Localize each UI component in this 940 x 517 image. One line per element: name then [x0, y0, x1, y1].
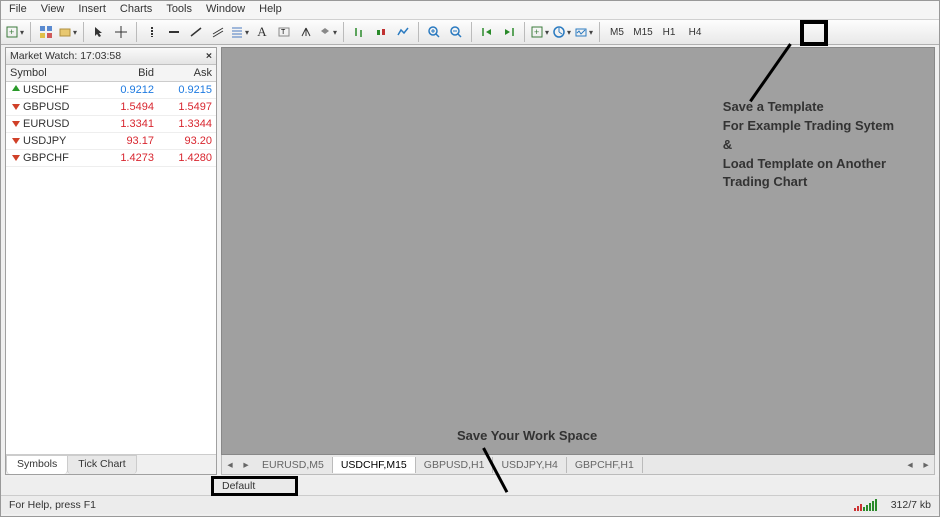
bar-chart-icon[interactable]	[349, 22, 369, 42]
line-chart-icon[interactable]	[393, 22, 413, 42]
zoom-out-icon[interactable]	[446, 22, 466, 42]
market-watch-title: Market Watch: 17:03:58	[10, 50, 121, 62]
table-row[interactable]: USDCHF0.92120.9215	[6, 82, 216, 99]
text-label[interactable]: A	[252, 22, 272, 42]
tf-h1[interactable]: H1	[657, 22, 681, 42]
toolbar: + A T + M5 M15 H1 H4	[1, 19, 939, 45]
table-row[interactable]: GBPUSD1.54941.5497	[6, 99, 216, 116]
svg-text:+: +	[9, 27, 14, 37]
arrange-button[interactable]	[36, 22, 56, 42]
chart-tab-4[interactable]: GBPCHF,H1	[567, 457, 643, 473]
chart-tab-3[interactable]: USDJPY,H4	[493, 457, 566, 473]
menu-tools[interactable]: Tools	[166, 3, 192, 15]
svg-text:T: T	[281, 29, 286, 36]
chart-tab-1[interactable]: USDCHF,M15	[333, 457, 416, 473]
channel[interactable]	[208, 22, 228, 42]
col-bid[interactable]: Bid	[100, 65, 158, 82]
text-object[interactable]: T	[274, 22, 294, 42]
andrews-pitchfork[interactable]	[296, 22, 316, 42]
direction-icon	[10, 152, 20, 162]
new-chart-button[interactable]: +	[5, 22, 25, 42]
tab-symbols[interactable]: Symbols	[6, 455, 68, 474]
market-watch-panel: Market Watch: 17:03:58 × Symbol Bid Ask …	[5, 47, 217, 475]
direction-icon	[10, 135, 20, 145]
auto-scroll-icon[interactable]	[477, 22, 497, 42]
workspace-tab-default[interactable]: Default	[211, 476, 298, 496]
cursor-arrow[interactable]	[89, 22, 109, 42]
close-icon[interactable]: ×	[206, 50, 212, 62]
annotation-highlight-box	[800, 20, 828, 46]
tab-prev-icon[interactable]: ◂	[222, 459, 238, 471]
shapes[interactable]	[318, 22, 338, 42]
candle-chart-icon[interactable]	[371, 22, 391, 42]
menu-view[interactable]: View	[41, 3, 65, 15]
scroll-right-icon[interactable]: ▸	[918, 459, 934, 471]
periodicity-button[interactable]	[552, 22, 572, 42]
status-bar: For Help, press F1 312/7 kb	[1, 495, 939, 514]
menu-bar: File View Insert Charts Tools Window Hel…	[1, 1, 939, 19]
status-help: For Help, press F1	[9, 499, 96, 511]
menu-file[interactable]: File	[9, 3, 27, 15]
crosshair[interactable]	[111, 22, 131, 42]
tab-tick-chart[interactable]: Tick Chart	[67, 455, 136, 474]
tf-h4[interactable]: H4	[683, 22, 707, 42]
direction-icon	[10, 118, 20, 128]
menu-insert[interactable]: Insert	[78, 3, 106, 15]
scroll-left-icon[interactable]: ◂	[902, 459, 918, 471]
tf-m15[interactable]: M15	[631, 22, 655, 42]
vertical-line[interactable]	[142, 22, 162, 42]
connection-bars-icon	[854, 499, 877, 511]
menu-charts[interactable]: Charts	[120, 3, 152, 15]
col-symbol[interactable]: Symbol	[6, 65, 100, 82]
tf-m5[interactable]: M5	[605, 22, 629, 42]
chart-canvas[interactable]: Save a Template For Example Trading Syte…	[221, 47, 935, 455]
indicators-button[interactable]: +	[530, 22, 550, 42]
chart-tab-2[interactable]: GBPUSD,H1	[416, 457, 494, 473]
direction-icon	[10, 101, 20, 111]
workspace-row: Default	[1, 477, 939, 495]
annotation-bottom: Save Your Work Space	[457, 428, 597, 443]
svg-text:+: +	[534, 27, 539, 37]
table-row[interactable]: USDJPY93.1793.20	[6, 133, 216, 150]
fibonacci[interactable]	[230, 22, 250, 42]
annotation-top: Save a Template For Example Trading Syte…	[723, 98, 894, 192]
table-row[interactable]: GBPCHF1.42731.4280	[6, 150, 216, 167]
col-ask[interactable]: Ask	[158, 65, 216, 82]
chart-tabs: ◂ ▸ EURUSD,M5 USDCHF,M15 GBPUSD,H1 USDJP…	[221, 455, 935, 475]
chart-shift-icon[interactable]	[499, 22, 519, 42]
template-button[interactable]	[574, 22, 594, 42]
status-traffic: 312/7 kb	[891, 499, 931, 511]
horizontal-line[interactable]	[164, 22, 184, 42]
trend-line[interactable]	[186, 22, 206, 42]
annotation-line	[749, 43, 792, 102]
direction-icon	[10, 84, 20, 94]
menu-help[interactable]: Help	[259, 3, 282, 15]
profiles-button[interactable]	[58, 22, 78, 42]
zoom-in-icon[interactable]	[424, 22, 444, 42]
table-row[interactable]: EURUSD1.33411.3344	[6, 116, 216, 133]
chart-tab-0[interactable]: EURUSD,M5	[254, 457, 333, 473]
menu-window[interactable]: Window	[206, 3, 245, 15]
tab-next-icon[interactable]: ▸	[238, 459, 254, 471]
